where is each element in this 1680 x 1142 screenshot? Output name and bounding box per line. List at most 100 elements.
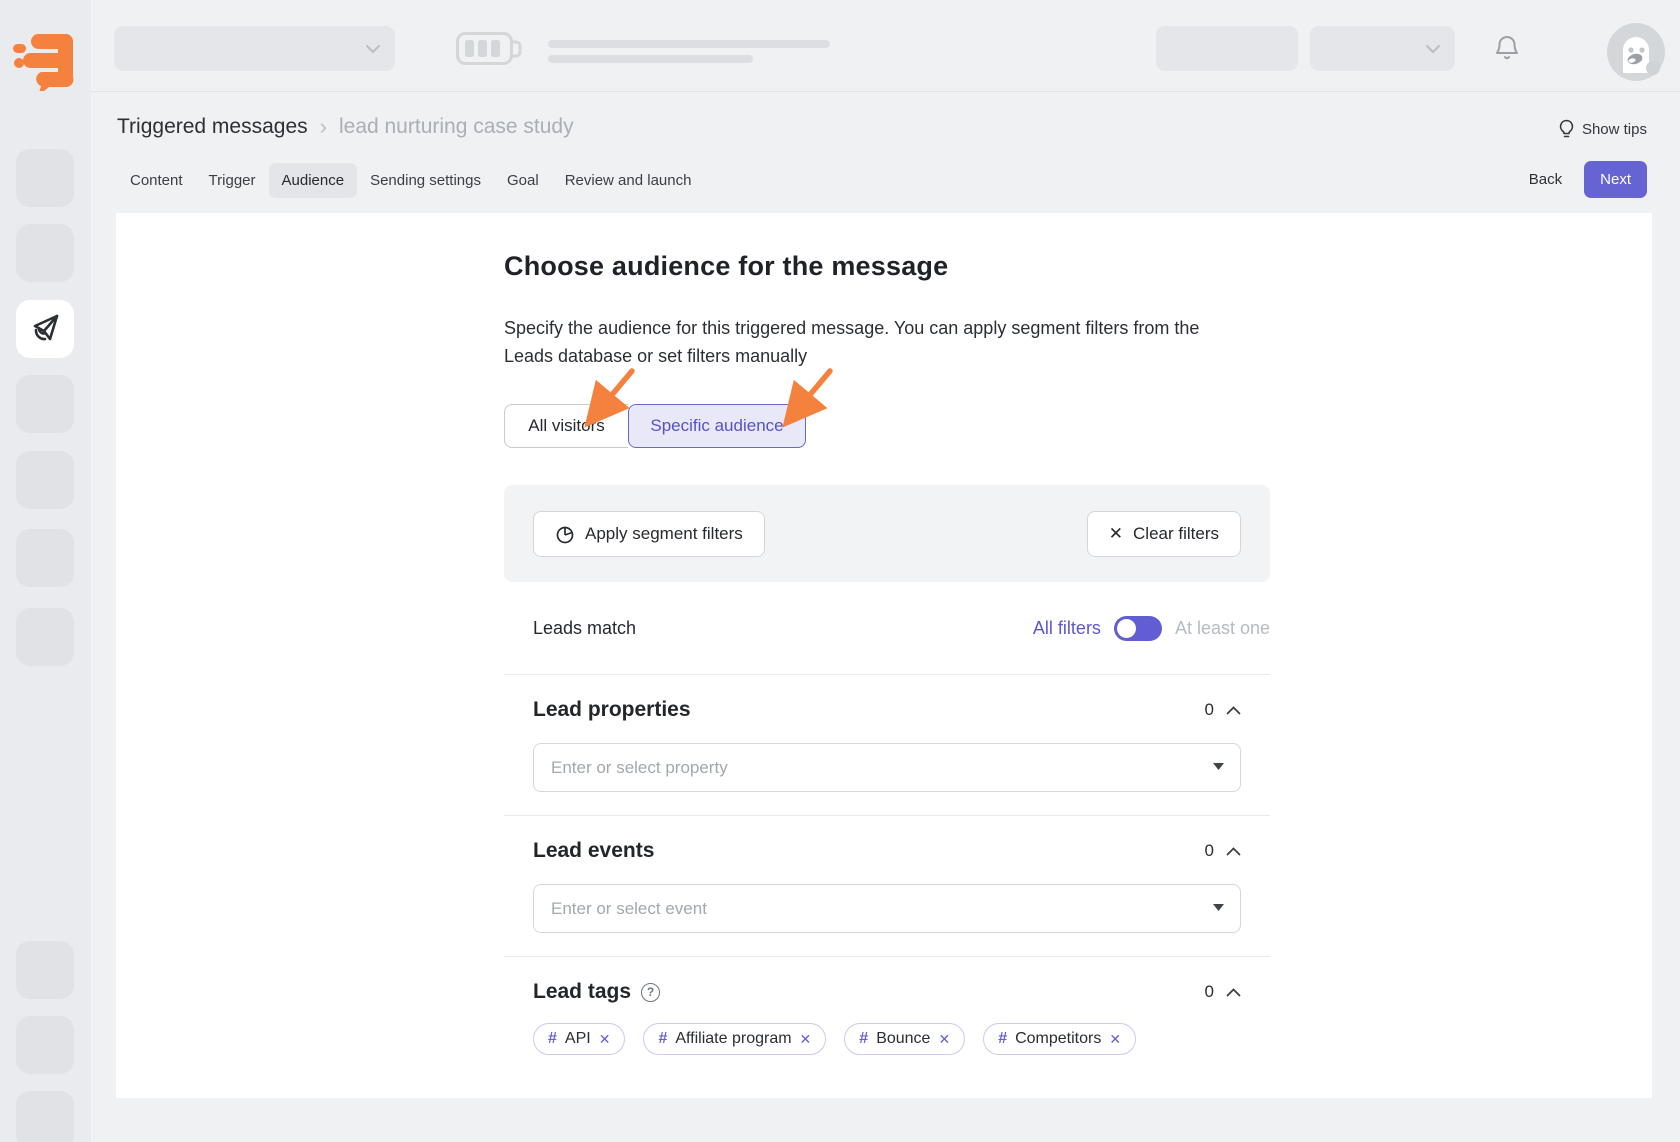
help-icon[interactable]: ? [641,983,660,1002]
match-mode-toggle[interactable] [1114,616,1162,641]
tag-label: API [565,1030,591,1048]
lightbulb-icon [1558,119,1575,139]
close-icon: ✕ [1109,524,1123,544]
leads-match-label: Leads match [533,618,636,639]
specific-audience-button[interactable]: Specific audience [628,404,806,448]
tag-pill: # Bounce ✕ [844,1023,965,1055]
hash-icon: # [548,1030,557,1048]
tag-pill: # Affiliate program ✕ [643,1023,826,1055]
clear-filters-label: Clear filters [1133,524,1219,544]
sidebar-item-placeholder[interactable] [16,451,74,509]
tags-row: # API ✕ # Affiliate program ✕ # Bounce [533,1023,1241,1055]
back-button[interactable]: Back [1529,171,1562,188]
remove-tag-icon[interactable]: ✕ [800,1031,812,1048]
paper-plane-icon [28,310,62,349]
lead-properties-title: Lead properties [533,698,691,722]
lead-events-title: Lead events [533,839,654,863]
chevron-down-icon [365,44,381,54]
audience-type-switch: All visitors Specific audience [504,404,1270,448]
sidebar-item-triggered-messages[interactable] [16,300,74,358]
at-least-one-option[interactable]: At least one [1175,618,1270,639]
next-button[interactable]: Next [1584,161,1647,198]
lead-tags-count: 0 [1205,982,1214,1002]
topbar-text-placeholder [548,55,753,63]
tab-review-and-launch[interactable]: Review and launch [552,163,705,198]
property-select [533,743,1241,792]
workspace-select[interactable] [114,26,395,71]
remove-tag-icon[interactable]: ✕ [938,1031,950,1048]
sidebar-item-placeholder[interactable] [16,149,74,207]
apply-segment-filters-label: Apply segment filters [585,524,743,544]
all-filters-option[interactable]: All filters [1033,618,1101,639]
lead-tags-title: Lead tags [533,980,631,1004]
topbar-select-placeholder[interactable] [1310,26,1455,71]
hash-icon: # [658,1030,667,1048]
topbar-button-placeholder[interactable] [1156,26,1298,71]
remove-tag-icon[interactable]: ✕ [599,1031,611,1048]
chevron-down-icon [1425,44,1441,54]
tab-sending-settings[interactable]: Sending settings [357,163,494,198]
show-tips-label: Show tips [1582,121,1647,138]
segment-filters-panel: Apply segment filters ✕ Clear filters [504,485,1270,582]
main-card: Choose audience for the message Specify … [116,213,1652,1098]
property-select-input[interactable] [533,743,1241,792]
sidebar-item-placeholder[interactable] [16,375,74,433]
page-description: Specify the audience for this triggered … [504,314,1270,370]
event-select [533,884,1241,933]
lead-events-section: Lead events 0 [504,815,1270,956]
lead-events-collapse[interactable]: 0 [1205,841,1241,861]
tab-content[interactable]: Content [117,163,196,198]
all-visitors-button[interactable]: All visitors [504,404,628,448]
page-title: Choose audience for the message [504,251,1270,282]
leads-match-row: Leads match All filters At least one [504,616,1270,641]
chevron-up-icon [1226,847,1241,856]
hash-icon: # [859,1030,868,1048]
tab-goal[interactable]: Goal [494,163,552,198]
hash-icon: # [998,1030,1007,1048]
breadcrumb-current: lead nurturing case study [339,115,574,139]
apply-segment-filters-button[interactable]: Apply segment filters [533,511,765,557]
caret-down-icon[interactable] [1212,903,1225,912]
tag-label: Affiliate program [675,1030,791,1048]
app-window: Triggered messages › lead nurturing case… [0,0,1680,1142]
tag-pill: # API ✕ [533,1023,625,1055]
remove-tag-icon[interactable]: ✕ [1109,1031,1121,1048]
event-select-input[interactable] [533,884,1241,933]
step-tabs: Content Trigger Audience Sending setting… [117,163,704,198]
brand-logo-icon[interactable] [13,33,75,91]
toggle-knob [1117,619,1136,638]
avatar[interactable] [1606,22,1666,82]
wizard-nav: Back Next [1529,161,1647,198]
lead-properties-collapse[interactable]: 0 [1205,700,1241,720]
chevron-up-icon [1226,988,1241,997]
lead-properties-count: 0 [1205,700,1214,720]
clear-filters-button[interactable]: ✕ Clear filters [1087,511,1241,557]
tag-label: Competitors [1015,1030,1101,1048]
tab-trigger[interactable]: Trigger [196,163,269,198]
sidebar [0,0,91,1142]
chevron-up-icon [1226,706,1241,715]
caret-down-icon[interactable] [1212,762,1225,771]
notifications-bell-icon[interactable] [1494,34,1520,67]
lead-tags-section: Lead tags ? 0 # API ✕ [504,956,1270,1067]
topbar-divider [91,91,1680,92]
sidebar-item-placeholder[interactable] [16,1091,74,1142]
breadcrumb-parent[interactable]: Triggered messages [117,115,308,139]
lead-properties-section: Lead properties 0 [504,674,1270,815]
sidebar-item-placeholder[interactable] [16,941,74,999]
lead-tags-collapse[interactable]: 0 [1205,982,1241,1002]
battery-icon [456,32,524,71]
tag-pill: # Competitors ✕ [983,1023,1136,1055]
sidebar-item-placeholder[interactable] [16,608,74,666]
show-tips-button[interactable]: Show tips [1558,119,1647,139]
topbar-text-placeholder [548,40,830,48]
pie-chart-icon [555,524,575,544]
sidebar-item-placeholder[interactable] [16,224,74,282]
breadcrumb: Triggered messages › lead nurturing case… [117,114,574,140]
sidebar-item-placeholder[interactable] [16,1016,74,1074]
tag-label: Bounce [876,1030,930,1048]
tab-audience[interactable]: Audience [269,163,358,198]
breadcrumb-separator: › [320,114,327,140]
sidebar-item-placeholder[interactable] [16,529,74,587]
lead-events-count: 0 [1205,841,1214,861]
